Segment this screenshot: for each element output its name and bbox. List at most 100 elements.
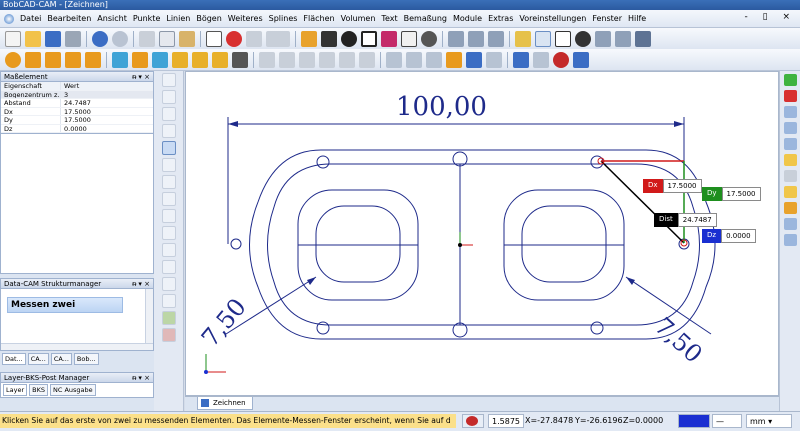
panel-toggle-icon[interactable]	[784, 122, 797, 134]
panel-toggle-icon[interactable]	[784, 138, 797, 150]
table-row[interactable]: Dy 17.5000	[1, 116, 153, 125]
view-side-icon[interactable]	[299, 51, 315, 68]
plane-icon[interactable]	[359, 51, 375, 68]
horizontal-scrollbar[interactable]	[1, 343, 153, 350]
cut-icon[interactable]	[139, 30, 155, 47]
menu-bemassung[interactable]: Bemaßung	[401, 14, 450, 23]
arc-tool-icon[interactable]	[162, 107, 176, 121]
measure-active-icon[interactable]	[784, 202, 797, 214]
paste-icon[interactable]	[179, 30, 195, 47]
menu-volumen[interactable]: Volumen	[338, 14, 379, 23]
window-controls[interactable]: - ▯ ×	[745, 12, 796, 22]
pattern-icon[interactable]	[488, 30, 504, 47]
step-value[interactable]: 1.5875	[488, 414, 524, 428]
cone-icon[interactable]	[45, 51, 61, 68]
table-row[interactable]: Bogenzentrum z... 3	[1, 90, 153, 99]
menu-voreinstellungen[interactable]: Voreinstellungen	[516, 14, 589, 23]
line-style-icon[interactable]	[246, 30, 262, 47]
tab-bobcad[interactable]: Bob...	[73, 352, 99, 365]
snap-icon[interactable]	[421, 30, 437, 47]
sphere-icon[interactable]	[5, 51, 21, 68]
view-icon[interactable]	[595, 30, 611, 47]
revolve-icon[interactable]	[132, 51, 148, 68]
table-row[interactable]: Dz 0.0000	[1, 124, 153, 133]
menu-boegen[interactable]: Bögen	[193, 14, 224, 23]
torus-icon[interactable]	[85, 51, 101, 68]
group-icon[interactable]	[426, 51, 442, 68]
move-tool-icon[interactable]	[162, 294, 176, 308]
layer-settings-icon[interactable]	[784, 234, 797, 246]
tab-data[interactable]: Dat...	[2, 352, 26, 365]
menu-splines[interactable]: Splines	[266, 14, 301, 23]
loft-icon[interactable]	[172, 51, 188, 68]
menu-text[interactable]: Text	[378, 14, 400, 23]
toolpath-icon[interactable]	[513, 51, 529, 68]
point-icon[interactable]	[226, 30, 242, 47]
extend-tool-icon[interactable]	[162, 192, 176, 206]
drawing-canvas[interactable]: 100,00 7,50 7,50 Dx 17.5000 Dy 17.5000 D…	[185, 71, 779, 396]
vertical-scrollbar[interactable]	[145, 289, 153, 350]
mirror-icon[interactable]	[466, 51, 482, 68]
new-file-icon[interactable]	[5, 30, 21, 47]
menu-ansicht[interactable]: Ansicht	[94, 14, 130, 23]
tab-nc-ausgabe[interactable]: NC Ausgabe	[49, 384, 96, 396]
edit-tool-icon[interactable]	[162, 311, 176, 325]
distribute-icon[interactable]	[406, 51, 422, 68]
pencil-icon[interactable]	[515, 30, 531, 47]
save-icon[interactable]	[45, 30, 61, 47]
menu-module[interactable]: Module	[450, 14, 485, 23]
sweep-icon[interactable]	[152, 51, 168, 68]
point-tool-icon[interactable]	[162, 73, 176, 87]
view-cube-icon[interactable]	[784, 170, 797, 182]
rectangle-icon[interactable]	[361, 30, 377, 47]
delete-tool-icon[interactable]	[162, 328, 176, 342]
print-icon[interactable]	[65, 30, 81, 47]
cancel-x-icon[interactable]	[784, 90, 797, 102]
scale-tool-icon[interactable]	[162, 277, 176, 291]
highlight-icon[interactable]	[784, 186, 797, 198]
array-icon[interactable]	[486, 51, 502, 68]
undo-icon[interactable]	[92, 30, 108, 47]
join-tool-icon[interactable]	[162, 260, 176, 274]
panel-controls[interactable]: ᵰ ▾ ×	[132, 373, 150, 383]
dimension-icon[interactable]	[448, 30, 464, 47]
boolean-icon[interactable]	[232, 51, 248, 68]
polyline-tool-icon[interactable]	[162, 124, 176, 138]
align-icon[interactable]	[386, 51, 402, 68]
line-style-selector[interactable]: —	[712, 414, 742, 428]
folder-icon[interactable]	[784, 154, 797, 166]
menu-punkte[interactable]: Punkte	[130, 14, 164, 23]
color-selector[interactable]	[678, 414, 710, 428]
tab-layer[interactable]: Layer	[3, 384, 28, 396]
post-icon[interactable]	[573, 51, 589, 68]
panel-toggle-icon[interactable]	[784, 106, 797, 118]
copy-icon[interactable]	[159, 30, 175, 47]
layer-icon[interactable]	[339, 51, 355, 68]
transform-icon[interactable]	[446, 51, 462, 68]
tab-cam-2[interactable]: CA...	[50, 352, 72, 365]
fillet-tool-icon[interactable]	[162, 226, 176, 240]
redo-icon[interactable]	[112, 30, 128, 47]
extrude-icon[interactable]	[112, 51, 128, 68]
box-icon[interactable]	[25, 51, 41, 68]
menu-hilfe[interactable]: Hilfe	[625, 14, 649, 23]
chamfer-tool-icon[interactable]	[162, 209, 176, 223]
fillet-icon[interactable]	[212, 51, 228, 68]
shell-icon[interactable]	[192, 51, 208, 68]
tab-cam-1[interactable]: CA...	[27, 352, 49, 365]
break-tool-icon[interactable]	[162, 243, 176, 257]
hatch-icon[interactable]	[468, 30, 484, 47]
render-icon[interactable]	[615, 30, 631, 47]
all-icon[interactable]	[266, 30, 290, 47]
view-iso-icon[interactable]	[319, 51, 335, 68]
text-icon[interactable]	[401, 30, 417, 47]
table-row[interactable]: Dx 17.5000	[1, 107, 153, 116]
snap-settings-icon[interactable]	[784, 218, 797, 230]
accept-check-icon[interactable]	[784, 74, 797, 86]
zoom-window-icon[interactable]	[535, 30, 551, 47]
measure-icon[interactable]	[301, 30, 317, 47]
menu-bearbeiten[interactable]: Bearbeiten	[44, 14, 94, 23]
offset-tool-icon[interactable]	[162, 158, 176, 172]
unit-selector[interactable]: mm ▾	[746, 414, 792, 428]
pen-icon[interactable]	[321, 30, 337, 47]
